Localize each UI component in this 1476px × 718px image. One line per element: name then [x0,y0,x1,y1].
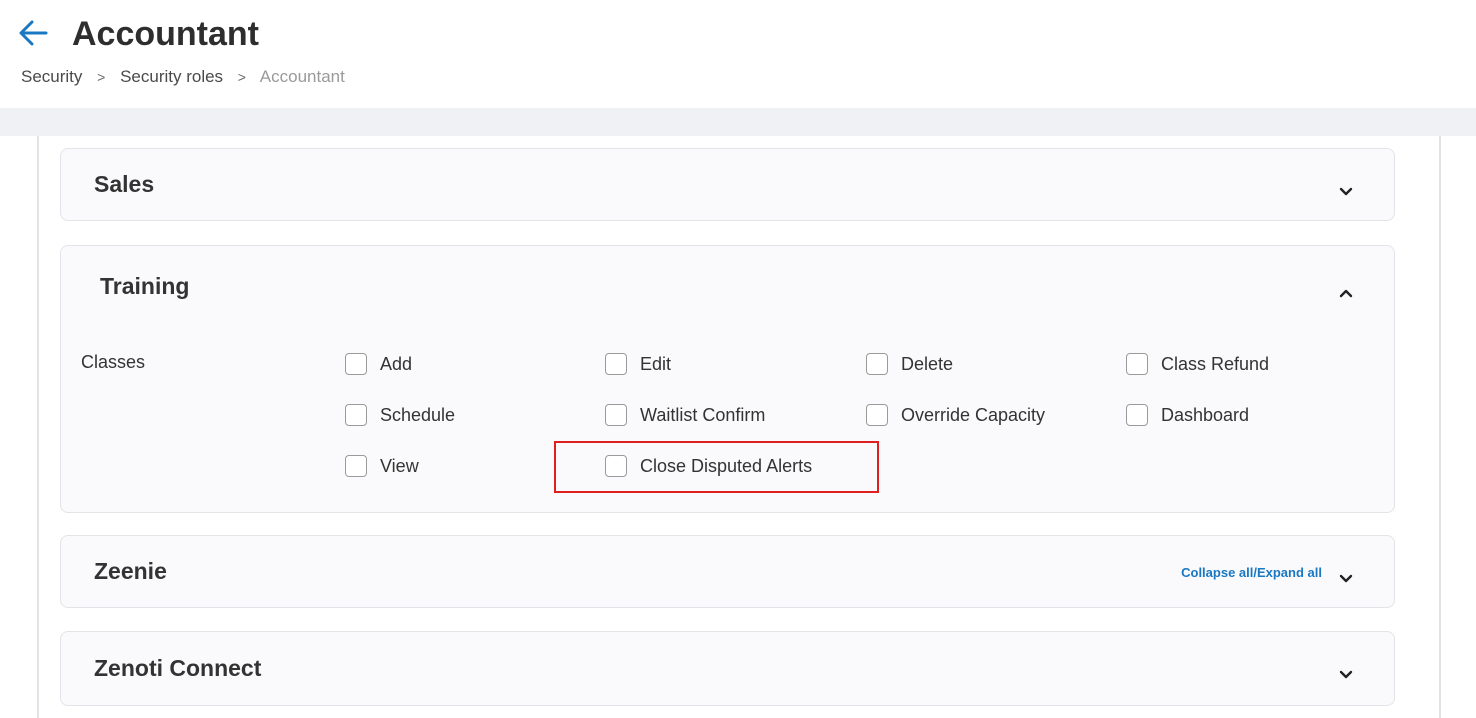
chevron-down-icon[interactable] [1336,182,1356,202]
permission-close-disputed-alerts[interactable]: Close Disputed Alerts [605,453,812,479]
permission-delete[interactable]: Delete [866,351,953,377]
breadcrumb-separator: > [237,69,246,85]
back-button[interactable] [16,16,50,50]
breadcrumb-security-roles[interactable]: Security roles [120,67,223,86]
panel-title-zeenie: Zeenie [94,558,167,584]
permission-label: Override Capacity [901,404,1046,425]
permission-label: Dashboard [1161,404,1250,425]
chevron-down-icon[interactable] [1336,665,1356,685]
chevron-up-icon[interactable] [1336,283,1356,303]
permission-class-refund[interactable]: Class Refund [1126,351,1269,377]
checkbox[interactable] [1126,353,1148,375]
checkbox[interactable] [345,353,367,375]
permission-label: Add [380,353,413,374]
panel-title-sales: Sales [94,171,155,197]
role-permissions-content: Sales Training Classes Add Edit Delete C… [37,136,1441,718]
checkbox[interactable] [866,353,888,375]
panel-title-zenoti-connect: Zenoti Connect [94,655,262,681]
arrow-left-icon [19,20,48,46]
page-header: Accountant Security > Security roles > A… [0,0,1476,108]
permission-dashboard[interactable]: Dashboard [1126,402,1249,428]
checkbox[interactable] [345,404,367,426]
permission-label: Class Refund [1161,353,1270,374]
permission-view[interactable]: View [345,453,419,479]
permission-label: Edit [640,353,672,374]
breadcrumb-security[interactable]: Security [21,67,82,86]
permission-label: View [380,455,419,476]
permission-label: Close Disputed Alerts [640,455,813,476]
panel-training: Training Classes Add Edit Delete Class R… [60,245,1395,513]
permission-label: Schedule [380,404,456,425]
permission-label: Waitlist Confirm [640,404,766,425]
panel-zeenie[interactable]: Zeenie Collapse all/Expand all [60,535,1395,608]
header-divider-band [0,108,1476,136]
checkbox[interactable] [605,404,627,426]
collapse-expand-all-link[interactable]: Collapse all/Expand all [1181,565,1322,580]
breadcrumb: Security > Security roles > Accountant [21,66,345,88]
section-label-classes: Classes [81,352,146,372]
breadcrumb-current: Accountant [259,67,345,86]
permission-add[interactable]: Add [345,351,412,377]
permission-schedule[interactable]: Schedule [345,402,455,428]
permission-label: Delete [901,353,954,374]
chevron-down-icon[interactable] [1336,569,1356,589]
permission-waitlist-confirm[interactable]: Waitlist Confirm [605,402,765,428]
panel-zenoti-connect[interactable]: Zenoti Connect [60,631,1395,706]
permission-edit[interactable]: Edit [605,351,671,377]
permission-override-capacity[interactable]: Override Capacity [866,402,1045,428]
panel-title-training: Training [100,273,190,299]
page-title: Accountant [72,15,259,53]
checkbox[interactable] [866,404,888,426]
checkbox[interactable] [1126,404,1148,426]
breadcrumb-separator: > [97,69,106,85]
checkbox[interactable] [345,455,367,477]
checkbox[interactable] [605,353,627,375]
checkbox[interactable] [605,455,627,477]
panel-sales[interactable]: Sales [60,148,1395,221]
